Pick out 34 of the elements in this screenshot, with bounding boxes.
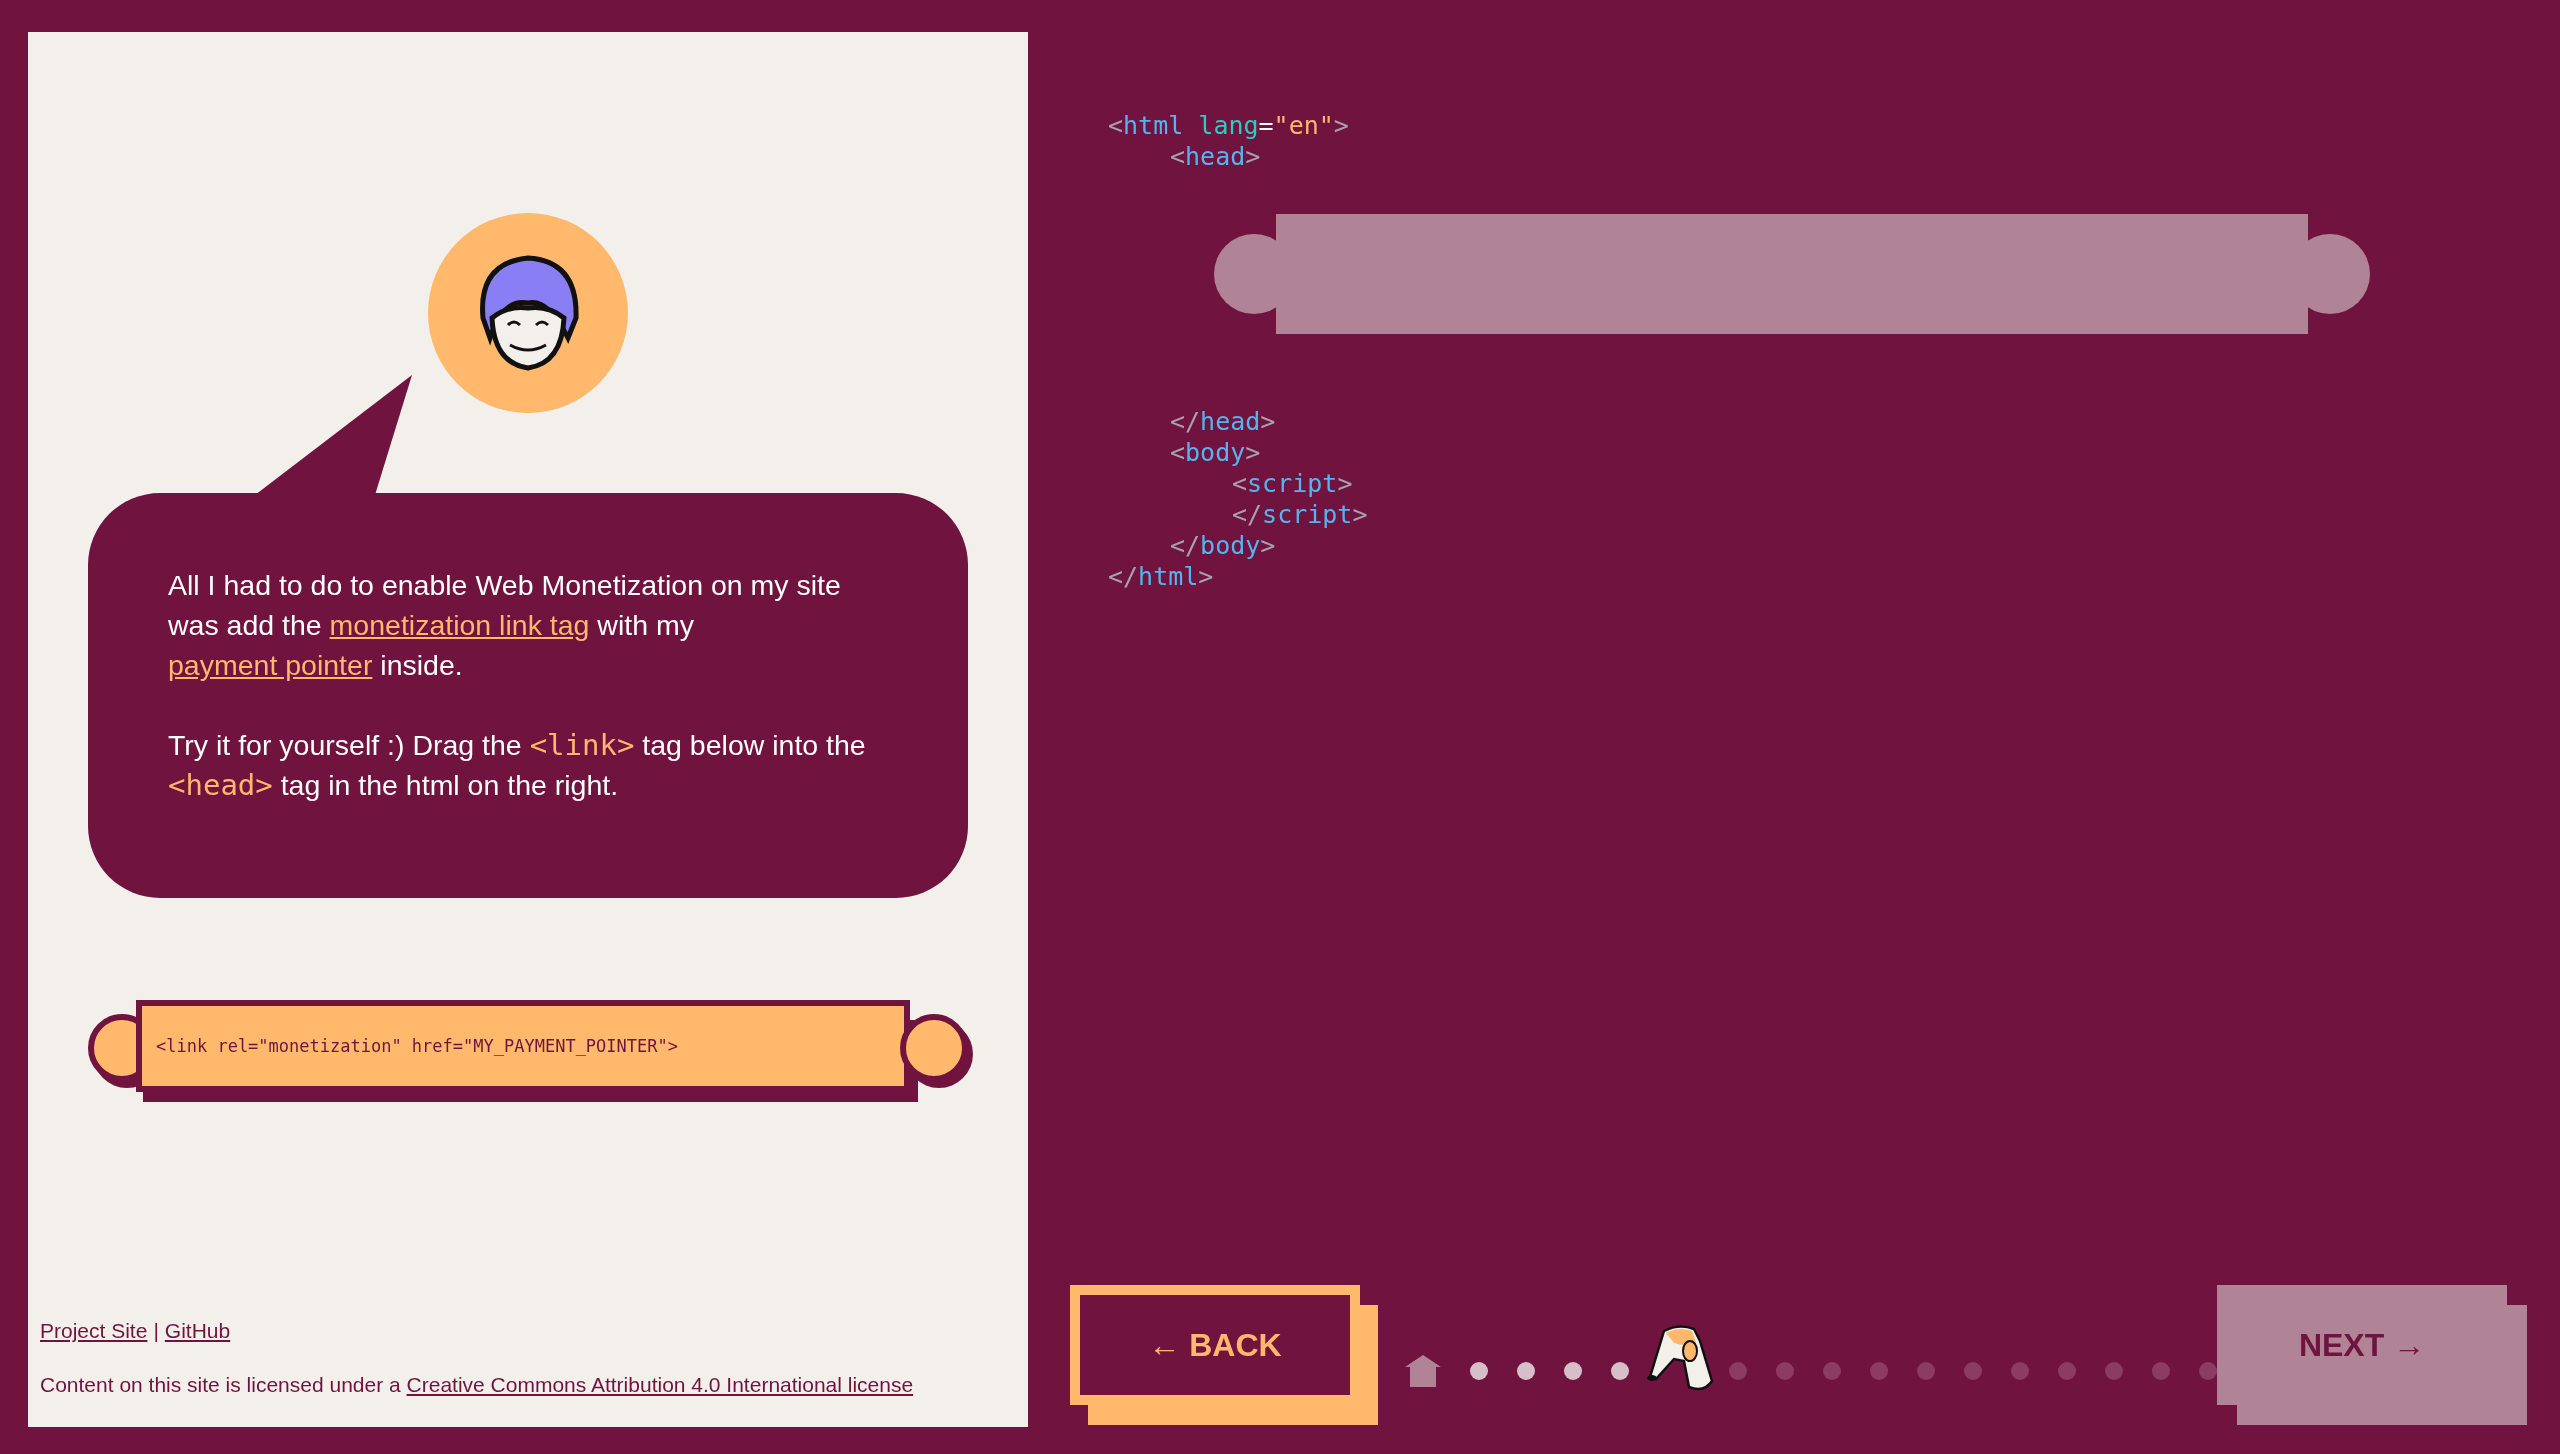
code-line: </body> — [1170, 530, 1276, 561]
step-dot[interactable] — [1917, 1362, 1935, 1380]
step-dot[interactable] — [1517, 1362, 1535, 1380]
code-line: </html> — [1108, 561, 1214, 592]
code-line: <head> — [1170, 141, 1261, 172]
code-line: <script> — [1232, 468, 1353, 499]
home-icon[interactable] — [1405, 1355, 1441, 1387]
footer-link[interactable]: GitHub — [164, 1319, 231, 1343]
license-text: Content on this site is licensed under a Creative Commons Attribution 4.0 International license — [40, 1373, 915, 1397]
text-link[interactable]: payment pointer — [168, 649, 373, 681]
footer-link[interactable]: Project Site — [40, 1319, 148, 1343]
code-line: </script> — [1232, 499, 1368, 530]
separator-text: | — [153, 1319, 159, 1343]
license-link[interactable]: Creative Commons Attribution 4.0 International license — [406, 1373, 914, 1396]
step-dot[interactable] — [1870, 1362, 1888, 1380]
step-dot[interactable] — [1564, 1362, 1582, 1380]
step-dot[interactable] — [1611, 1362, 1629, 1380]
drop-zone[interactable] — [1214, 214, 2370, 334]
step-dot[interactable] — [1776, 1362, 1794, 1380]
bubble-text: All I had to do to enable Web Monetization on my site was add the monetization link tag with my payment pointer inside. — [168, 568, 842, 683]
step-dot[interactable] — [1964, 1362, 1982, 1380]
bubble-text: Try it for yourself :) Drag the <link> tag below into the <head> tag in the html on the right. — [168, 727, 867, 804]
step-dot[interactable] — [1470, 1362, 1488, 1380]
code-line: <body> — [1170, 437, 1261, 468]
step-dot[interactable] — [2011, 1362, 2029, 1380]
step-dot[interactable] — [1729, 1362, 1747, 1380]
code-line: </head> — [1170, 406, 1276, 437]
step-dot[interactable] — [2199, 1362, 2217, 1380]
step-dot[interactable] — [2152, 1362, 2170, 1380]
code-line: <html lang="en"> — [1108, 110, 1349, 141]
step-dot[interactable] — [2105, 1362, 2123, 1380]
step-dot[interactable] — [2058, 1362, 2076, 1380]
text-link[interactable]: monetization link tag — [329, 609, 590, 641]
step-dot[interactable] — [1823, 1362, 1841, 1380]
